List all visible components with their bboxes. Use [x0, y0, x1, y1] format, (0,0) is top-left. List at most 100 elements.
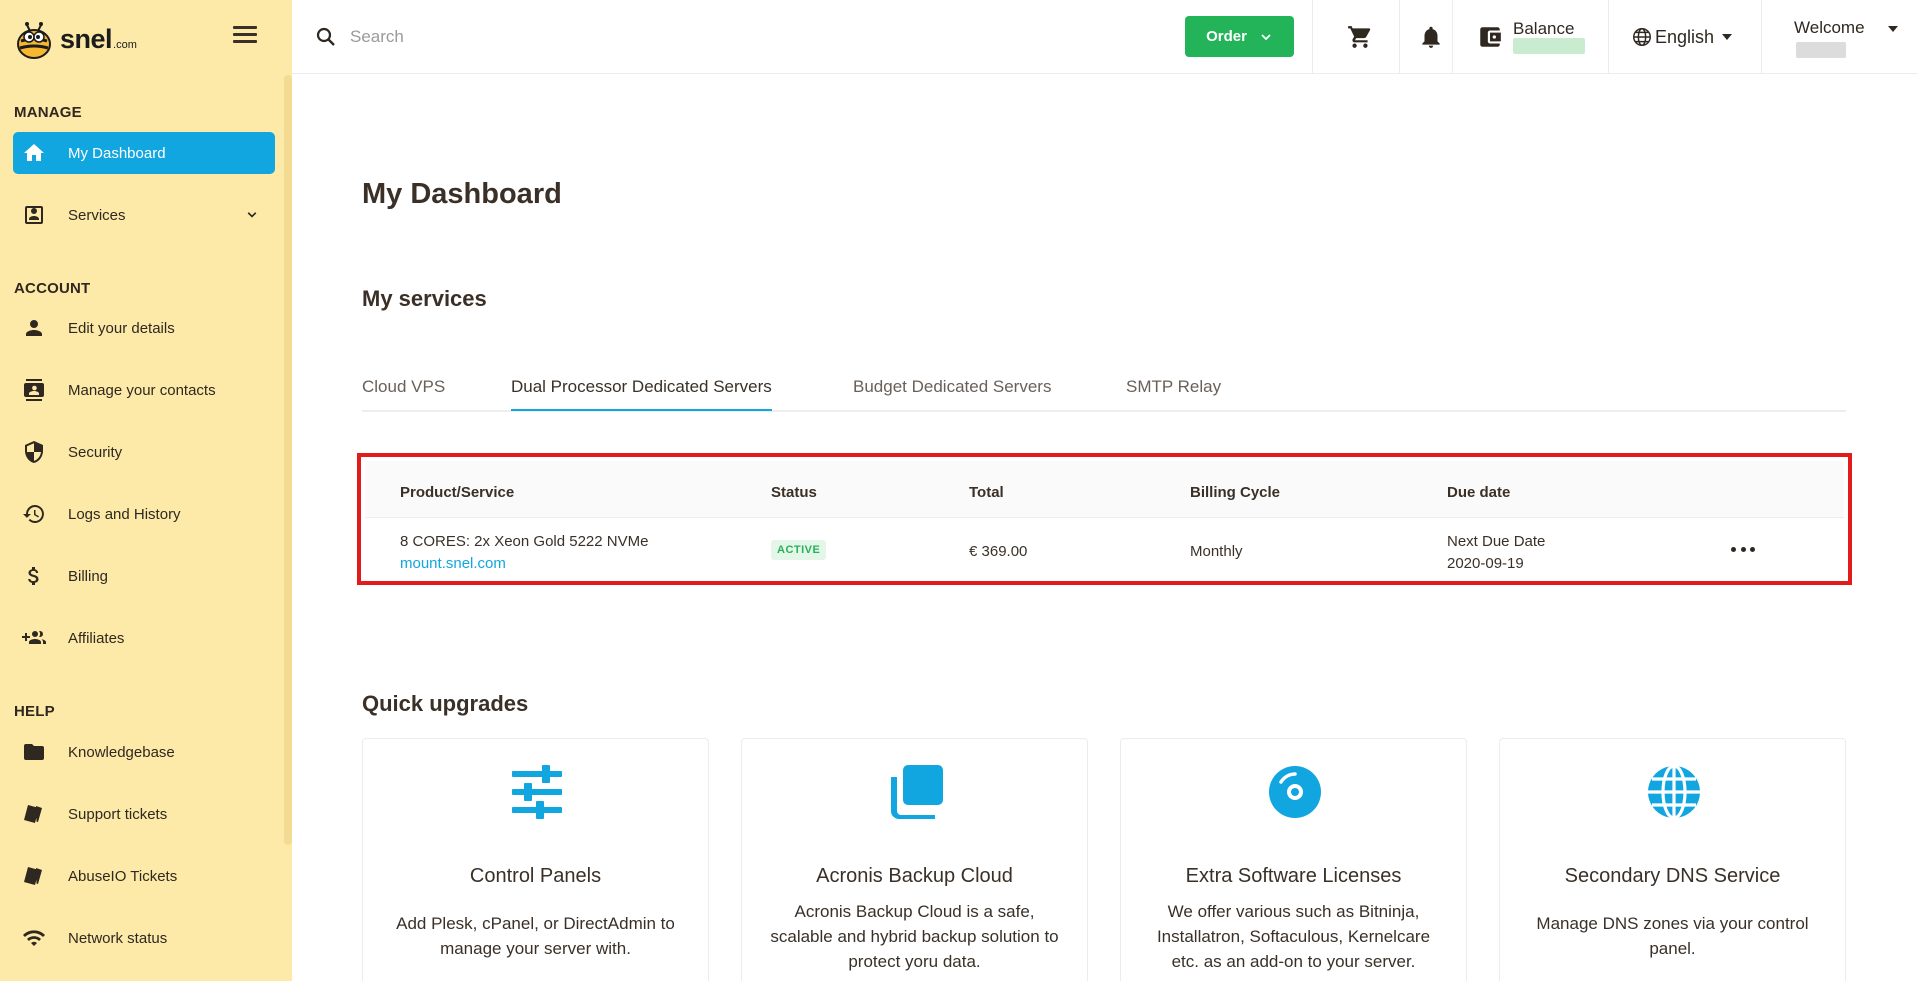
sidebar-item-knowledgebase[interactable]: Knowledgebase [13, 731, 275, 773]
column-header[interactable]: Due date [1447, 484, 1510, 501]
sidebar-item-edit-details[interactable]: Edit your details [13, 307, 275, 349]
chevron-down-icon[interactable] [243, 206, 261, 224]
sidebar-item-label: Billing [68, 567, 109, 585]
sidebar-item-label: Network status [68, 929, 168, 947]
status-badge: ACTIVE [771, 540, 827, 560]
username-redacted [1796, 42, 1846, 58]
sidebar-item-manage-contacts[interactable]: Manage your contacts [13, 369, 275, 411]
sliders-icon [510, 765, 564, 819]
sidebar-item-label: Services [68, 206, 126, 224]
balance-value-redacted [1513, 38, 1585, 54]
service-tabs: Cloud VPS Dual Processor Dedicated Serve… [362, 372, 1846, 412]
sidebar-item-my-dashboard[interactable]: My Dashboard [13, 132, 275, 174]
topbar-divider [1399, 0, 1400, 74]
caret-down-icon [1722, 34, 1733, 40]
brand-logo[interactable]: snel .com [12, 14, 137, 64]
quick-upgrades-heading: Quick upgrades [362, 691, 529, 716]
copy-stack-icon [889, 765, 943, 819]
sidebar-item-label: AbuseIO Tickets [68, 867, 178, 885]
due-date-value: 2020-09-19 [1447, 555, 1524, 572]
sidebar: snel .com MANAGE My Dashboard Services A… [0, 0, 292, 981]
search-input[interactable] [350, 20, 850, 54]
user-menu[interactable]: Welcome [1794, 18, 1898, 58]
card-description: We offer various such as Bitninja, Insta… [1156, 902, 1431, 971]
services-table: Product/Service Status Total Billing Cyc… [357, 453, 1852, 585]
services-heading: My services [362, 286, 487, 311]
section-title-manage: MANAGE [14, 104, 82, 121]
sidebar-item-network-status[interactable]: Network status [13, 917, 275, 959]
upgrade-card-control-panels[interactable]: Control Panels Add Plesk, cPanel, or Dir… [362, 738, 709, 981]
card-description: Acronis Backup Cloud is a safe, scalable… [770, 902, 1059, 971]
card-description: Add Plesk, cPanel, or DirectAdmin to man… [396, 914, 675, 958]
bell-icon[interactable] [1418, 24, 1444, 50]
more-options-icon[interactable] [1731, 543, 1755, 555]
language-selector[interactable]: English [1631, 24, 1733, 50]
ticket-icon [20, 800, 48, 828]
sidebar-item-security[interactable]: Security [13, 431, 275, 473]
caret-down-icon [1888, 26, 1898, 32]
total-value: € 369.00 [969, 543, 1028, 560]
cart-icon[interactable] [1347, 24, 1373, 50]
welcome-label: Welcome [1794, 18, 1865, 37]
topbar-divider [1312, 0, 1313, 74]
upgrade-card-acronis-backup[interactable]: Acronis Backup Cloud Acronis Backup Clou… [741, 738, 1088, 981]
section-title-account: ACCOUNT [14, 280, 91, 297]
sidebar-item-services[interactable]: Services [13, 194, 275, 236]
language-label: English [1655, 26, 1715, 47]
product-name: 8 CORES: 2x Xeon Gold 5222 NVMe [400, 533, 649, 550]
tab-smtp-relay[interactable]: SMTP Relay [1126, 377, 1221, 409]
sidebar-item-label: Logs and History [68, 505, 181, 523]
sidebar-item-logs-history[interactable]: Logs and History [13, 493, 275, 535]
sidebar-item-support-tickets[interactable]: Support tickets [13, 793, 275, 835]
upgrade-card-secondary-dns[interactable]: Secondary DNS Service Manage DNS zones v… [1499, 738, 1846, 981]
wallet-icon[interactable] [1477, 24, 1503, 50]
upgrade-card-extra-software-licenses[interactable]: Extra Software Licenses We offer various… [1120, 738, 1467, 981]
brand-name: snel [60, 23, 113, 54]
bee-logo-icon [17, 22, 51, 59]
column-header[interactable]: Status [771, 484, 817, 501]
home-icon [20, 139, 48, 167]
table-row[interactable]: 8 CORES: 2x Xeon Gold 5222 NVMe mount.sn… [365, 519, 1844, 581]
page-title: My Dashboard [362, 178, 562, 210]
globe-icon [1647, 764, 1701, 820]
brand-suffix: .com [113, 39, 137, 51]
wifi-icon [20, 924, 48, 952]
card-title: Extra Software Licenses [1185, 865, 1402, 887]
sidebar-item-billing[interactable]: Billing [13, 555, 275, 597]
section-title-help: HELP [14, 703, 55, 720]
table-header: Product/Service Status Total Billing Cyc… [365, 461, 1844, 518]
group-add-icon [20, 624, 48, 652]
sidebar-item-label: Manage your contacts [68, 381, 216, 399]
topbar: Order Balance English Welcome [292, 0, 1917, 74]
balance-label[interactable]: Balance [1513, 19, 1574, 39]
sidebar-item-affiliates[interactable]: Affiliates [13, 617, 275, 659]
dollar-icon [20, 562, 48, 590]
sidebar-item-label: Support tickets [68, 805, 168, 823]
tab-cloud-vps[interactable]: Cloud VPS [362, 377, 445, 409]
column-header[interactable]: Product/Service [400, 484, 514, 501]
card-description: Manage DNS zones via your control panel. [1536, 914, 1809, 958]
card-title: Secondary DNS Service [1564, 865, 1781, 887]
person-icon [20, 314, 48, 342]
sidebar-item-label: Affiliates [68, 629, 125, 647]
topbar-divider [1761, 0, 1762, 74]
sidebar-scrollbar[interactable] [284, 75, 292, 845]
sidebar-item-label: Knowledgebase [68, 743, 175, 761]
shield-icon [20, 438, 48, 466]
folder-icon [20, 738, 48, 766]
sidebar-item-label: Edit your details [68, 319, 175, 337]
order-button[interactable]: Order [1185, 16, 1294, 57]
menu-toggle-icon[interactable] [233, 26, 257, 46]
column-header[interactable]: Total [969, 484, 1004, 501]
sidebar-item-abuseio-tickets[interactable]: AbuseIO Tickets [13, 855, 275, 897]
globe-icon [1633, 28, 1651, 46]
search-icon[interactable] [314, 25, 338, 49]
topbar-divider [1452, 0, 1453, 74]
tab-dual-processor-dedicated-servers[interactable]: Dual Processor Dedicated Servers [511, 377, 772, 411]
contacts-icon [20, 376, 48, 404]
product-domain-link[interactable]: mount.snel.com [400, 555, 506, 572]
topbar-divider [1608, 0, 1609, 74]
column-header[interactable]: Billing Cycle [1190, 484, 1280, 501]
tab-budget-dedicated-servers[interactable]: Budget Dedicated Servers [853, 377, 1051, 409]
account-box-icon [20, 201, 48, 229]
